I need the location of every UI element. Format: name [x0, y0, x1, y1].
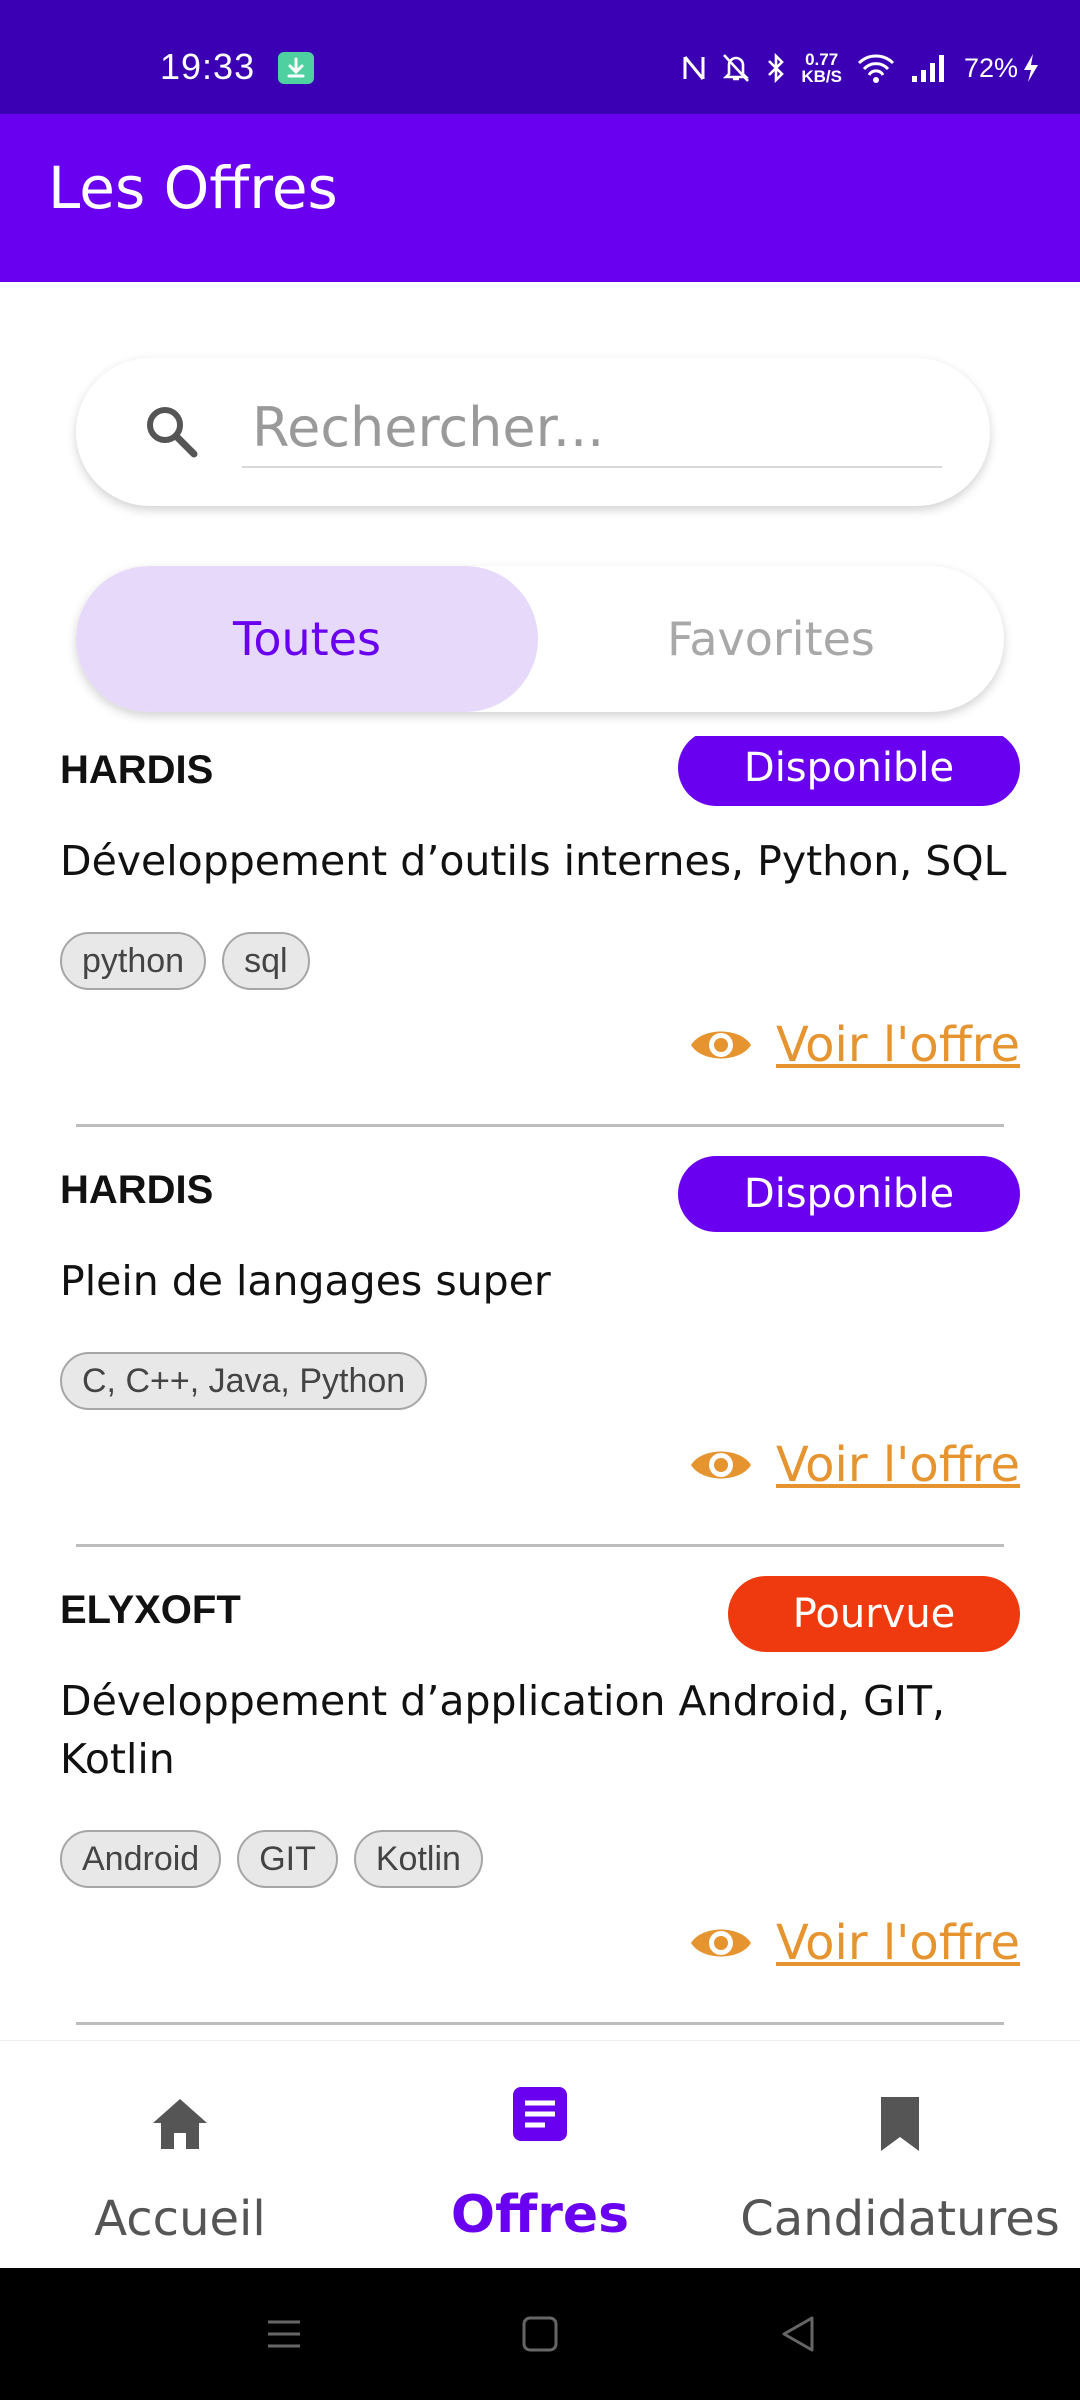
tag: C, C++, Java, Python — [60, 1352, 428, 1410]
tag: sql — [222, 932, 310, 990]
wifi-icon — [857, 54, 895, 83]
tab-favorites[interactable]: Favorites — [538, 566, 1004, 712]
eye-icon — [691, 1031, 752, 1059]
system-nav-bar — [0, 2268, 1080, 2400]
nav-offres[interactable]: Offres — [360, 2041, 720, 2269]
divider — [76, 1544, 1004, 1547]
nav-candidatures[interactable]: Candidatures — [720, 2041, 1080, 2269]
bluetooth-icon — [768, 52, 785, 84]
battery: 72% — [964, 53, 1040, 84]
nav-label: Candidatures — [740, 2191, 1060, 2247]
tab-toutes[interactable]: Toutes — [76, 566, 538, 712]
nfc-icon — [683, 56, 705, 80]
status-icons: 0.77 KB/S 72% — [681, 48, 1040, 88]
tag: python — [60, 932, 207, 990]
net-speed: 0.77 KB/S — [801, 51, 842, 85]
tag: GIT — [237, 1830, 338, 1888]
search-bar[interactable] — [76, 358, 990, 506]
offers-list[interactable]: HARDIS Disponible Développement d’outils… — [0, 736, 1080, 2040]
view-offer-label: Voir l'offre — [776, 1437, 1020, 1493]
net-speed-unit: KB/S — [801, 67, 842, 86]
nav-label: Offres — [450, 2185, 630, 2245]
net-speed-value: 0.77 — [805, 50, 839, 69]
offer-description: Développement d’outils internes, Python,… — [60, 837, 1007, 885]
page-title: Les Offres — [48, 154, 338, 222]
tag: Kotlin — [353, 1830, 483, 1888]
signal-icon — [911, 55, 944, 82]
back-icon[interactable] — [776, 2312, 820, 2356]
bottom-nav: Accueil Offres Candidatures — [0, 2040, 1080, 2268]
document-icon — [513, 2087, 567, 2141]
filter-tabs: Toutes Favorites — [76, 566, 1004, 712]
home-button-icon[interactable] — [518, 2312, 562, 2356]
nav-accueil[interactable]: Accueil — [0, 2041, 360, 2269]
status-badge: Pourvue — [728, 1576, 1020, 1652]
tag-list: Android GIT Kotlin — [60, 1830, 483, 1888]
search-input[interactable] — [242, 388, 942, 468]
mute-icon — [723, 54, 750, 82]
menu-icon[interactable] — [262, 2312, 306, 2356]
status-time: 19:33 — [160, 46, 256, 87]
tag-list: python sql — [60, 932, 310, 990]
search-icon — [147, 407, 198, 458]
view-offer-label: Voir l'offre — [776, 1017, 1020, 1073]
view-offer-link[interactable]: Voir l'offre — [688, 1908, 1020, 1978]
app-bar: Les Offres — [0, 114, 1080, 282]
nav-label: Accueil — [94, 2191, 266, 2247]
tag-list: C, C++, Java, Python — [60, 1352, 428, 1410]
offer-description: Plein de langages super — [60, 1257, 551, 1305]
tag: Android — [60, 1830, 222, 1888]
view-offer-label: Voir l'offre — [776, 1915, 1020, 1971]
offer-card: HARDIS Disponible Développement d’outils… — [0, 736, 1080, 1128]
divider — [76, 2022, 1004, 2025]
status-badge: Disponible — [678, 1156, 1020, 1232]
eye-icon — [691, 1451, 752, 1479]
offer-card: ELYXOFT Pourvue Développement d’applicat… — [0, 1576, 1080, 2036]
battery-level: 72% — [963, 52, 1018, 83]
divider — [76, 1124, 1004, 1127]
company-name: HARDIS — [60, 1168, 214, 1212]
company-name: HARDIS — [60, 748, 214, 792]
bookmark-icon — [881, 2097, 919, 2151]
view-offer-link[interactable]: Voir l'offre — [688, 1010, 1020, 1080]
download-icon — [278, 52, 314, 84]
offer-description: Développement d’application Android, GIT… — [60, 1677, 946, 1783]
eye-icon — [691, 1929, 752, 1957]
home-icon — [153, 2099, 207, 2149]
status-bar: 19:33 0.77 KB/S 72% — [0, 0, 1080, 114]
offer-card: HARDIS Disponible Plein de langages supe… — [0, 1156, 1080, 1548]
company-name: ELYXOFT — [60, 1588, 241, 1632]
charging-icon — [1024, 54, 1038, 82]
view-offer-link[interactable]: Voir l'offre — [688, 1430, 1020, 1500]
status-badge: Disponible — [678, 736, 1020, 806]
